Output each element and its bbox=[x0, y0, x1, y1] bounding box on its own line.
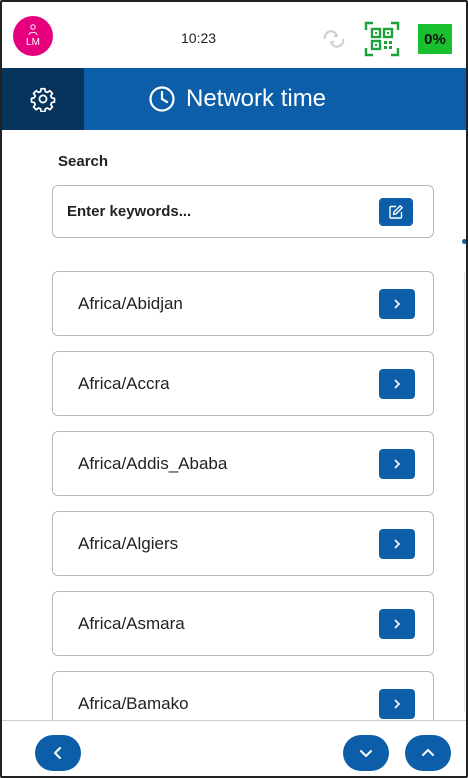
open-timezone-button[interactable] bbox=[379, 529, 415, 559]
chevron-down-icon bbox=[360, 750, 372, 757]
list-item[interactable]: Africa/Addis_Ababa bbox=[52, 431, 434, 496]
list-item[interactable]: Africa/Abidjan bbox=[52, 271, 434, 336]
scroll-indicator bbox=[462, 239, 466, 244]
timezone-label: Africa/Abidjan bbox=[78, 294, 183, 313]
list-item[interactable]: Africa/Accra bbox=[52, 351, 434, 416]
open-timezone-button[interactable] bbox=[379, 689, 415, 719]
edit-icon bbox=[389, 205, 403, 219]
chevron-right-icon bbox=[394, 619, 401, 629]
open-timezone-button[interactable] bbox=[379, 449, 415, 479]
open-timezone-button[interactable] bbox=[379, 289, 415, 319]
bottom-navigation bbox=[2, 720, 466, 776]
search-label: Search bbox=[58, 153, 109, 170]
list-item[interactable]: Africa/Asmara bbox=[52, 591, 434, 656]
page-title-text: Network time bbox=[186, 85, 327, 112]
edit-keywords-button[interactable] bbox=[379, 198, 413, 226]
timezone-label: Africa/Asmara bbox=[78, 614, 185, 633]
chevron-right-icon bbox=[394, 539, 401, 549]
search-input[interactable] bbox=[67, 186, 367, 237]
chevron-right-icon bbox=[394, 459, 401, 469]
open-timezone-button[interactable] bbox=[379, 369, 415, 399]
sync-icon bbox=[323, 30, 345, 48]
chevron-right-icon bbox=[394, 699, 401, 709]
page-header: Network time bbox=[2, 68, 466, 130]
list-item[interactable]: Africa/Algiers bbox=[52, 511, 434, 576]
chevron-right-icon bbox=[394, 379, 401, 389]
clock-icon bbox=[149, 86, 175, 112]
scroll-up-button[interactable] bbox=[405, 735, 451, 771]
timezone-label: Africa/Accra bbox=[78, 374, 170, 393]
avatar-initials: LM bbox=[26, 37, 40, 48]
chevron-up-icon bbox=[422, 749, 434, 756]
user-avatar[interactable]: LM bbox=[13, 16, 53, 56]
status-bar: LM 10:23 0% bbox=[2, 2, 466, 68]
user-icon bbox=[28, 24, 38, 36]
timezone-label: Africa/Addis_Ababa bbox=[78, 454, 228, 473]
scrollbar-track[interactable] bbox=[464, 272, 465, 712]
open-timezone-button[interactable] bbox=[379, 609, 415, 639]
back-button[interactable] bbox=[35, 735, 81, 771]
timezone-label: Africa/Algiers bbox=[78, 534, 179, 553]
qr-code-icon[interactable] bbox=[364, 21, 400, 57]
search-box bbox=[52, 185, 434, 238]
chevron-right-icon bbox=[394, 299, 401, 309]
scroll-down-button[interactable] bbox=[343, 735, 389, 771]
chevron-left-icon bbox=[54, 747, 61, 759]
battery-indicator: 0% bbox=[418, 24, 452, 54]
status-time: 10:23 bbox=[181, 30, 217, 46]
gear-icon bbox=[30, 87, 56, 112]
page-title: Network time bbox=[148, 68, 326, 130]
device-screen: LM 10:23 0% Network time Search Enter ke… bbox=[0, 0, 468, 778]
settings-button[interactable] bbox=[2, 68, 84, 130]
